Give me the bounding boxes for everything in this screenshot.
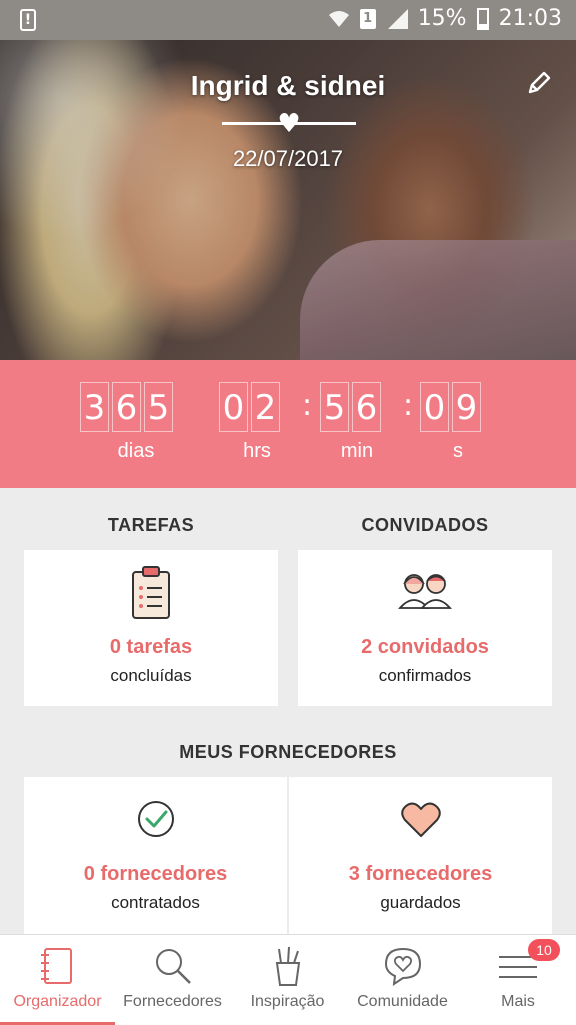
nav-label: Organizador [13, 993, 102, 1010]
digit: 3 [80, 382, 109, 432]
battery-icon [476, 7, 489, 30]
couple-photo: Ingrid & sidnei ♥ 22/07/2017 [0, 40, 576, 360]
countdown-banner: 3 6 5 0 2 : 5 6 : 0 9 dias hrs min s [0, 360, 576, 488]
status-bar: ! 1 15% 21:03 [0, 0, 576, 40]
vendors-hired-sub: contratados [111, 893, 200, 912]
nav-label: Comunidade [357, 993, 448, 1010]
hours-label: hrs [243, 440, 271, 462]
digit: 6 [352, 382, 381, 432]
minutes-label: min [340, 440, 374, 462]
clock: 21:03 [498, 6, 562, 31]
vendors-saved-count: 3 fornecedores [348, 863, 493, 885]
guests-couple-icon [398, 574, 452, 609]
vendors-saved-card[interactable]: 3 fornecedores guardados [289, 777, 552, 934]
guests-sub: confirmados [378, 666, 472, 685]
tasks-count: 0 tarefas [109, 636, 193, 658]
clipboard-icon [132, 566, 170, 619]
tasks-heading: TAREFAS [107, 515, 195, 535]
days-digits: 3 6 5 [80, 382, 173, 432]
digit: 0 [219, 382, 248, 432]
separator: : [403, 388, 414, 423]
days-label: dias [117, 440, 155, 462]
guests-heading: CONVIDADOS [361, 515, 489, 535]
digit: 6 [112, 382, 141, 432]
minutes-digits: 5 6 [320, 382, 381, 432]
nav-label: Mais [501, 993, 535, 1010]
heart-outline-icon [400, 802, 441, 837]
vendors-saved-sub: guardados [380, 893, 461, 912]
guests-count: 2 convidados [361, 636, 489, 658]
status-bar-right: 1 15% 21:03 [328, 6, 562, 31]
vendors-hired-count: 0 fornecedores [83, 863, 228, 885]
separator: : [302, 388, 313, 423]
pencil-cup-icon [275, 946, 300, 986]
seconds-label: s [453, 440, 463, 462]
search-icon [155, 949, 191, 984]
vendors-heading: MEUS FORNECEDORES [179, 742, 397, 762]
wifi-icon [328, 10, 349, 27]
notebook-icon [40, 948, 72, 984]
nav-inspiracao[interactable]: Inspiração [230, 935, 345, 1025]
nav-fornecedores[interactable]: Fornecedores [115, 935, 230, 1025]
vendors-hired-card[interactable]: 0 fornecedores contratados [24, 777, 287, 934]
notification-badge: 10 [528, 939, 560, 961]
digit: 5 [320, 382, 349, 432]
nav-comunidade[interactable]: Comunidade [345, 935, 460, 1025]
hours-digits: 0 2 [219, 382, 280, 432]
seconds-digits: 0 9 [420, 382, 481, 432]
digit: 9 [452, 382, 481, 432]
nav-label: Fornecedores [123, 993, 222, 1010]
digit: 0 [420, 382, 449, 432]
wedding-date: 22/07/2017 [232, 146, 344, 171]
alert-icon: ! [20, 9, 36, 31]
nav-organizador[interactable]: Organizador [0, 935, 115, 1025]
heart-icon: ♥ [277, 109, 301, 139]
digit: 5 [144, 382, 173, 432]
bottom-navigation: Organizador Fornecedores Inspiração Comu… [0, 934, 576, 1025]
signal-icon [387, 8, 408, 29]
edit-pencil-icon[interactable] [524, 68, 554, 98]
battery-percent: 15% [417, 6, 467, 31]
tasks-sub: concluídas [110, 666, 192, 685]
digit: 2 [251, 382, 280, 432]
nav-label: Inspiração [250, 993, 325, 1010]
chat-heart-icon [384, 947, 421, 987]
tasks-card[interactable]: 0 tarefas concluídas [24, 550, 278, 706]
check-circle-icon [137, 801, 174, 837]
sim-icon: 1 [359, 8, 376, 29]
couple-name: Ingrid & sidnei [190, 70, 386, 101]
guests-card[interactable]: 2 convidados confirmados [298, 550, 552, 706]
